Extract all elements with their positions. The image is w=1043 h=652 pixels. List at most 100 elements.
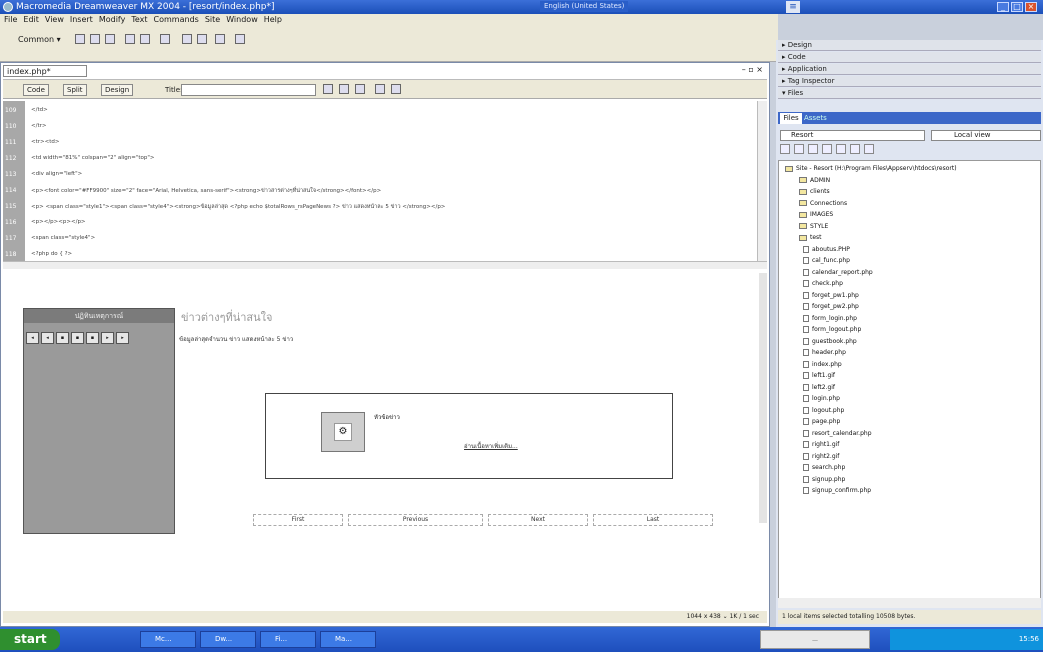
menu-modify[interactable]: Modify [99,15,126,24]
menu-commands[interactable]: Commands [154,15,199,24]
design-view[interactable]: ปฏิทินเหตุการณ์ ◂ ◂ ▪ ▪ ▪ ▸ ▸ ข่าวต่างๆท… [3,270,767,610]
named-anchor-icon[interactable] [105,34,115,44]
start-button[interactable]: start [0,629,60,650]
file-item[interactable]: guestbook.php [803,337,857,345]
menu-view[interactable]: View [45,15,64,24]
code-vertical-scrollbar[interactable] [757,101,767,261]
calendar-nav-button[interactable]: ▸ [116,332,129,344]
panel-group-tag-inspector[interactable]: ▸ Tag Inspector [778,76,1041,87]
taskbar-button[interactable]: Ma... [320,631,376,648]
menu-text[interactable]: Text [131,15,147,24]
file-item[interactable]: resort_calendar.php [803,429,872,437]
close-icon[interactable]: × [1025,2,1037,12]
file-tree[interactable]: Site - Resort (H:\Program Files\Appserv\… [778,160,1041,608]
comment-icon[interactable] [215,34,225,44]
code-line[interactable]: <p> <span class="style1"><span class="st… [31,203,445,211]
calendar-nav-button[interactable]: ▪ [86,332,99,344]
code-line[interactable]: <tr><td> [31,139,60,145]
file-item[interactable]: calendar_report.php [803,268,873,276]
folder-item[interactable]: test [799,234,822,241]
put-files-icon[interactable] [822,144,832,154]
layer-icon[interactable] [140,34,150,44]
file-item[interactable]: cal_func.php [803,257,850,264]
tab-assets[interactable]: Assets [804,113,827,124]
menu-insert[interactable]: Insert [70,15,93,24]
panel-group-code[interactable]: ▸ Code [778,52,1041,63]
site-root[interactable]: Site - Resort (H:\Program Files\Appserv\… [785,165,957,172]
panel-gripper-icon[interactable]: ≡ [786,1,800,13]
file-item[interactable]: login.php [803,395,840,402]
folder-item[interactable]: ADMIN [799,177,830,184]
code-line[interactable]: <?php do { ?> [31,251,72,257]
file-item[interactable]: left2.gif [803,383,835,391]
file-item[interactable]: page.php [803,418,840,425]
file-item[interactable]: search.php [803,464,845,471]
code-view[interactable]: 109 110 111 112 113 114 115 116 117 118 </td> </tr… [3,101,767,269]
insert-category-select[interactable]: Common ▾ [18,35,61,44]
menu-site[interactable]: Site [205,15,220,24]
file-item[interactable]: index.php [803,360,842,368]
site-select[interactable]: Resort [780,130,925,141]
visual-aids-icon[interactable] [391,84,401,94]
email-link-icon[interactable] [90,34,100,44]
split-view-button[interactable]: Split [63,84,87,96]
file-item[interactable]: signup_confirm.php [803,487,871,494]
file-item[interactable]: logout.php [803,406,844,414]
taskbar-button[interactable]: Mc... [140,631,196,648]
pager-next-link[interactable]: Next [488,514,588,526]
view-select[interactable]: Local view [931,130,1041,141]
document-window-controls[interactable]: – ▫ × [742,65,763,74]
design-vertical-scrollbar[interactable] [759,273,767,523]
language-bar[interactable]: — [760,630,870,649]
code-line[interactable]: <div align="left"> [31,171,82,177]
refresh-icon[interactable] [794,144,804,154]
media-icon[interactable] [182,34,192,44]
file-item[interactable]: right1.gif [803,441,839,448]
calendar-nav-button[interactable]: ◂ [26,332,39,344]
image-icon[interactable] [160,34,170,44]
calendar-nav-button[interactable]: ◂ [41,332,54,344]
check-out-icon[interactable] [836,144,846,154]
file-item[interactable]: check.php [803,280,843,287]
code-line[interactable]: <td width="81%" colspan="2" align="top"> [31,155,155,161]
code-line[interactable]: <p></p><p></p> [31,219,86,225]
read-more-link[interactable]: อ่านเนื้อหาเพิ่มเติม... [464,441,518,451]
code-view-button[interactable]: Code [23,84,49,96]
maximize-icon[interactable]: □ [1011,2,1023,12]
folder-item[interactable]: clients [799,188,830,195]
title-input[interactable] [181,84,316,96]
folder-item[interactable]: Connections [799,200,847,207]
file-management-icon[interactable] [323,84,333,94]
files-horizontal-scrollbar[interactable] [778,598,1041,608]
panel-group-files[interactable]: ▾ Files [778,88,1041,99]
hyperlink-icon[interactable] [75,34,85,44]
code-line[interactable]: </td> [31,107,48,113]
refresh-icon[interactable] [355,84,365,94]
file-item[interactable]: forget_pw1.php [803,291,859,299]
news-table[interactable]: ⚙ หัวข้อข่าว อ่านเนื้อหาเพิ่มเติม... [265,393,673,479]
table-icon[interactable] [125,34,135,44]
folder-item[interactable]: IMAGES [799,211,833,218]
menu-edit[interactable]: Edit [23,15,39,24]
taskbar-button[interactable]: Fi... [260,631,316,648]
file-item[interactable]: form_logout.php [803,326,861,333]
connect-icon[interactable] [780,144,790,154]
calendar-nav-button[interactable]: ▸ [101,332,114,344]
file-item[interactable]: signup.php [803,475,845,483]
image-placeholder[interactable]: ⚙ [321,412,365,452]
menu-help[interactable]: Help [264,15,282,24]
code-line[interactable]: <span class="style4"> [31,235,95,241]
taskbar-button[interactable]: Dw... [200,631,256,648]
get-files-icon[interactable] [808,144,818,154]
date-icon[interactable] [197,34,207,44]
code-line[interactable]: </tr> [31,123,47,129]
file-item[interactable]: forget_pw2.php [803,303,859,310]
templates-icon[interactable] [235,34,245,44]
calendar-nav-button[interactable]: ▪ [56,332,69,344]
language-indicator[interactable]: English (United States) [540,1,629,12]
pager-last-link[interactable]: Last [593,514,713,526]
calendar-nav-button[interactable]: ▪ [71,332,84,344]
code-horizontal-scrollbar[interactable] [3,261,767,269]
document-tab[interactable]: index.php* [3,65,87,77]
preview-icon[interactable] [339,84,349,94]
